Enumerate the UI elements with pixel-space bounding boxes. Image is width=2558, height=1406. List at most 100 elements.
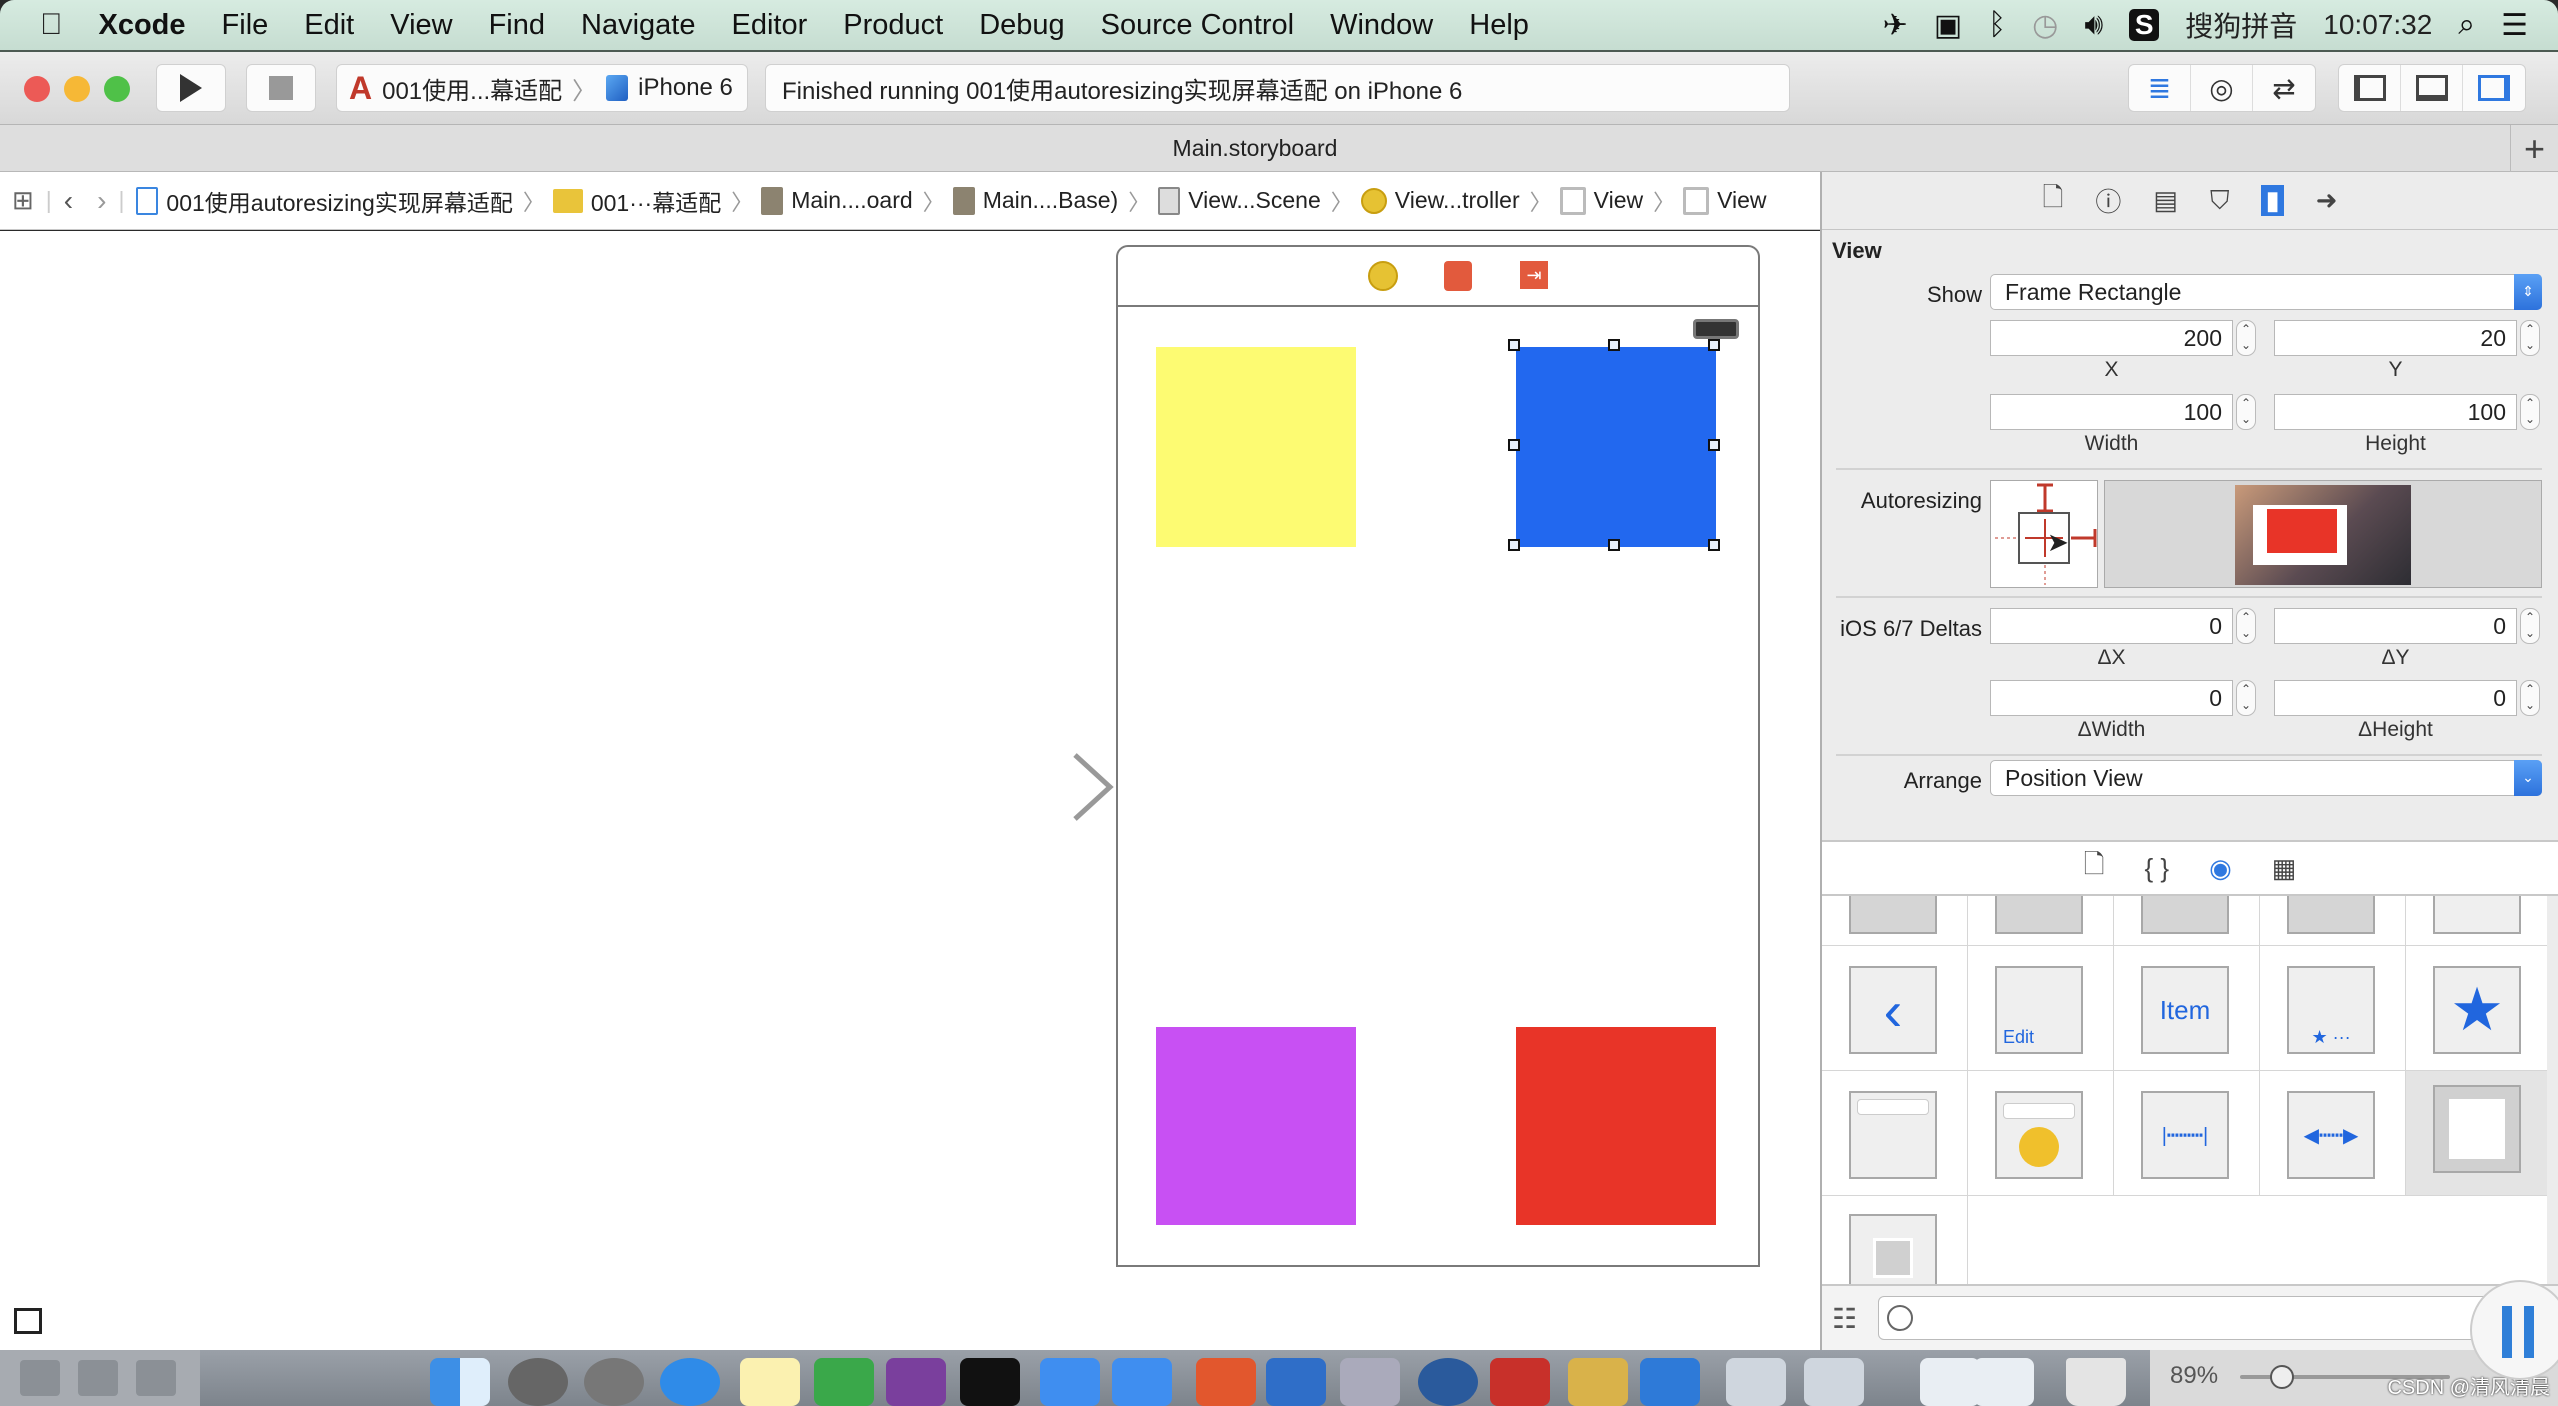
time-machine-icon[interactable]: ◷: [2032, 8, 2058, 43]
terminal-icon[interactable]: [960, 1358, 1020, 1406]
launchpad-icon[interactable]: [584, 1358, 644, 1406]
toggle-navigator-button[interactable]: [2339, 65, 2401, 111]
resize-handle-left[interactable]: [1508, 439, 1520, 451]
delta-x-stepper[interactable]: ⌃ ⌄: [2236, 608, 2256, 644]
menu-source-control[interactable]: Source Control: [1101, 9, 1294, 42]
list-view-toggle-icon[interactable]: ☷: [1832, 1302, 1857, 1335]
purple-view[interactable]: [1156, 1027, 1356, 1225]
file-template-library-icon[interactable]: 🗋: [2084, 846, 2105, 890]
jumpbar-item-scene[interactable]: View...Scene: [1158, 186, 1321, 215]
instruments-icon[interactable]: [1112, 1358, 1172, 1406]
library-item-gesture-5[interactable]: [2406, 896, 2547, 946]
menu-view[interactable]: View: [390, 9, 452, 42]
zoom-window-button[interactable]: [104, 76, 130, 102]
object-library-icon[interactable]: ◉: [2209, 853, 2232, 884]
file-inspector-icon[interactable]: 🗋: [2042, 179, 2063, 223]
resize-handle-bottom-right[interactable]: [1708, 539, 1720, 551]
video-app-icon[interactable]: [1340, 1358, 1400, 1406]
yellow-view[interactable]: [1156, 347, 1356, 547]
finder-icon[interactable]: [430, 1358, 490, 1406]
standard-editor-button[interactable]: ≣: [2129, 65, 2191, 111]
document-icon[interactable]: [1726, 1358, 1786, 1406]
arrange-popup[interactable]: Position View ⌄: [1990, 760, 2542, 796]
delta-x-field[interactable]: 0: [1990, 608, 2233, 644]
device-name[interactable]: iPhone 6: [638, 74, 733, 102]
menu-debug[interactable]: Debug: [979, 9, 1064, 42]
filezilla-icon[interactable]: [1490, 1358, 1550, 1406]
delta-height-stepper[interactable]: ⌃ ⌄: [2520, 680, 2540, 716]
document-outline-toggle[interactable]: [14, 1308, 42, 1334]
stop-button[interactable]: [246, 64, 316, 112]
menu-edit[interactable]: Edit: [304, 9, 354, 42]
library-item-gesture-4[interactable]: [2260, 896, 2406, 946]
version-editor-button[interactable]: ⇄: [2253, 65, 2315, 111]
forward-button[interactable]: ›: [97, 185, 106, 217]
connections-inspector-icon[interactable]: ➜: [2316, 185, 2338, 216]
notification-center-icon[interactable]: ☰: [2501, 8, 2528, 43]
toggle-debug-area-button[interactable]: [2401, 65, 2463, 111]
sidebar-view-icon[interactable]: [20, 1360, 60, 1396]
view-controller-icon[interactable]: [1368, 261, 1398, 291]
downloads-stack-icon[interactable]: [1920, 1358, 1980, 1406]
library-item-fixed-space[interactable]: |┅┅┅|: [2114, 1071, 2260, 1196]
quick-help-icon[interactable]: ⓘ: [2095, 182, 2121, 219]
scheme-selector[interactable]: A 001使用...幕适配 〉 iPhone 6: [336, 64, 748, 112]
height-stepper[interactable]: ⌃ ⌄: [2520, 394, 2540, 430]
menu-product[interactable]: Product: [843, 9, 943, 42]
y-stepper[interactable]: ⌃ ⌄: [2520, 320, 2540, 356]
resize-handle-top-right[interactable]: [1708, 339, 1720, 351]
menu-navigate[interactable]: Navigate: [581, 9, 695, 42]
red-view[interactable]: [1516, 1027, 1716, 1225]
delta-height-field[interactable]: 0: [2274, 680, 2517, 716]
library-item-tab-bar-item[interactable]: ★: [2406, 946, 2547, 1071]
screenshot-tool-icon[interactable]: [1266, 1358, 1326, 1406]
document-icon[interactable]: [1804, 1358, 1864, 1406]
menu-xcode[interactable]: Xcode: [99, 9, 186, 42]
delta-y-field[interactable]: 0: [2274, 608, 2517, 644]
exit-icon[interactable]: ⇥: [1520, 261, 1548, 289]
xcode-icon[interactable]: [1040, 1358, 1100, 1406]
jumpbar-item-view-controller[interactable]: View...troller: [1360, 187, 1520, 214]
jumpbar-item-group[interactable]: 001···幕适配: [552, 184, 721, 218]
autoresizing-mask-editor[interactable]: ➤: [1990, 480, 2098, 588]
input-method-label[interactable]: 搜狗拼音: [2185, 5, 2297, 45]
jumpbar-item-view-selected[interactable]: View: [1683, 186, 1767, 215]
resize-handle-top-left[interactable]: [1508, 339, 1520, 351]
jumpbar-item-view[interactable]: View: [1559, 186, 1643, 215]
safari-icon[interactable]: [660, 1358, 720, 1406]
paintbrush-icon[interactable]: [1568, 1358, 1628, 1406]
bluetooth-icon[interactable]: ᛒ: [1988, 8, 2006, 42]
library-item-edit-button[interactable]: Edit: [1968, 946, 2114, 1071]
library-item-container-view[interactable]: [1822, 1196, 1968, 1286]
width-stepper[interactable]: ⌃ ⌄: [2236, 394, 2256, 430]
library-item-view[interactable]: [2406, 1071, 2547, 1196]
scheme-name[interactable]: 001使用...幕适配: [382, 71, 562, 106]
airplane-icon[interactable]: ✈: [1883, 8, 1908, 43]
library-item-gesture-1[interactable]: [1822, 896, 1968, 946]
clock[interactable]: 10:07:32: [2323, 9, 2432, 41]
media-library-icon[interactable]: ▦: [2272, 853, 2297, 884]
resize-handle-right[interactable]: [1708, 439, 1720, 451]
jumpbar-item-storyboard[interactable]: Main....oard: [761, 186, 913, 215]
related-items-icon[interactable]: ⊞: [12, 185, 34, 216]
library-item-search-bar[interactable]: [1822, 1071, 1968, 1196]
menu-file[interactable]: File: [222, 9, 269, 42]
documents-stack-icon[interactable]: [1974, 1358, 2034, 1406]
back-button[interactable]: ‹: [64, 185, 73, 217]
sourcetree-icon[interactable]: [1418, 1358, 1478, 1406]
first-responder-icon[interactable]: [1444, 261, 1472, 291]
excel-icon[interactable]: [814, 1358, 874, 1406]
system-preferences-icon[interactable]: [508, 1358, 568, 1406]
menu-window[interactable]: Window: [1330, 9, 1433, 42]
delta-width-stepper[interactable]: ⌃ ⌄: [2236, 680, 2256, 716]
spotlight-search-icon[interactable]: ⌕: [2458, 8, 2475, 42]
sogou-input-icon[interactable]: S: [2129, 9, 2160, 41]
code-snippet-library-icon[interactable]: { }: [2145, 853, 2170, 884]
library-item-bar-button-back[interactable]: ‹: [1822, 946, 1968, 1071]
onenote-icon[interactable]: [886, 1358, 946, 1406]
volume-icon[interactable]: 🔊︎: [2084, 8, 2103, 42]
library-item-flexible-space[interactable]: ◀┅┅▶: [2260, 1071, 2406, 1196]
apple-menu-icon[interactable]: : [40, 8, 63, 42]
height-field[interactable]: 100: [2274, 394, 2517, 430]
library-filter-input[interactable]: [1878, 1296, 2538, 1340]
